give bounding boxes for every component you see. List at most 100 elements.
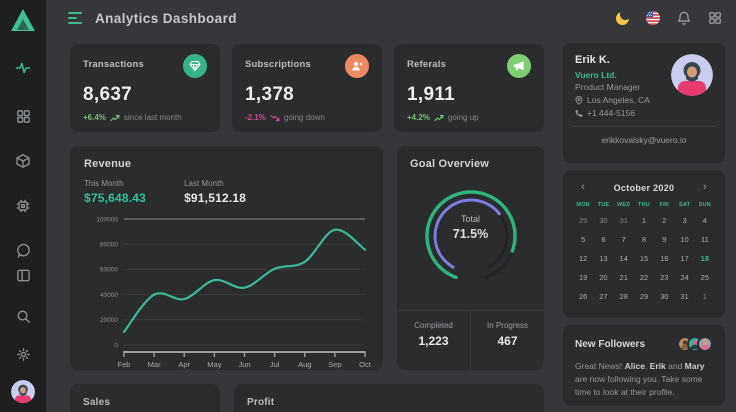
profit-title: Profit [247, 397, 531, 408]
stat-label: Transactions [83, 56, 144, 70]
svg-text:Apr: Apr [178, 360, 190, 369]
sidebar-item-activity[interactable] [8, 56, 38, 81]
follower-name: Alice [625, 361, 645, 371]
calendar-prev-button[interactable]: ‹ [573, 182, 593, 193]
calendar-day[interactable]: 1 [695, 289, 715, 308]
gauge-center-label: Total [416, 214, 526, 224]
calendar-day[interactable]: 9 [654, 232, 674, 251]
apps-launcher-button[interactable] [708, 11, 722, 25]
bell-icon [677, 11, 691, 26]
calendar-grid: MONTUEWEDTHUFRISATSUN2930311234567891011… [573, 202, 715, 308]
svg-text:Oct: Oct [359, 360, 372, 369]
calendar-day[interactable]: 8 [634, 232, 654, 251]
calendar-day[interactable]: 19 [573, 270, 593, 289]
logo-triangle-icon [10, 8, 36, 32]
calendar-day[interactable]: 18 [695, 251, 715, 270]
panels-icon [16, 268, 31, 283]
calendar-day-header: SAT [674, 202, 694, 213]
dark-mode-toggle[interactable] [616, 12, 629, 25]
app-logo[interactable] [8, 7, 38, 34]
svg-text:0: 0 [114, 342, 118, 349]
calendar-day[interactable]: 14 [614, 251, 634, 270]
gauge-center-value: 71.5% [416, 227, 526, 241]
calendar-day[interactable]: 1 [634, 213, 654, 232]
sales-title: Sales [83, 397, 207, 408]
follower-name: Mary [685, 361, 705, 371]
sidebar-item-dashboards[interactable] [8, 104, 38, 129]
calendar-day[interactable]: 29 [573, 213, 593, 232]
stat-note: going down [284, 113, 325, 122]
profile-location: Los Angeles, CA [587, 95, 650, 105]
grid-icon [16, 109, 31, 124]
sidebar-item-projects[interactable] [8, 149, 38, 174]
in-progress-label: In Progress [471, 321, 544, 330]
calendar-day-header: THU [634, 202, 654, 213]
calendar-day[interactable]: 31 [614, 213, 634, 232]
divider [573, 126, 715, 127]
calendar-day[interactable]: 2 [654, 213, 674, 232]
dashboard-root: Analytics Dashboard [0, 0, 736, 412]
chip-icon [15, 198, 31, 214]
calendar-day[interactable]: 3 [674, 213, 694, 232]
profile-email[interactable]: erikkovalsky@vuero.io [575, 135, 713, 145]
svg-text:40000: 40000 [100, 292, 118, 299]
stat-card-subscriptions: Subscriptions 1,378 -2.1% going down [232, 44, 382, 132]
calendar-day[interactable]: 6 [593, 232, 613, 251]
calendar-day[interactable]: 25 [695, 270, 715, 289]
sidebar-item-messages[interactable] [8, 238, 38, 263]
revenue-line-chart: 020000400006000080000100000FebMarAprMayJ… [84, 207, 373, 373]
sidebar-item-search[interactable] [8, 304, 38, 329]
profile-card: Erik K. Vuero Ltd. Product Manager Los A… [563, 43, 725, 163]
calendar-day[interactable]: 4 [695, 213, 715, 232]
calendar-day[interactable]: 22 [634, 270, 654, 289]
calendar-day[interactable]: 15 [634, 251, 654, 270]
calendar-day[interactable]: 24 [674, 270, 694, 289]
calendar-card: ‹ October 2020 › MONTUEWEDTHUFRISATSUN29… [563, 170, 725, 318]
calendar-day[interactable]: 13 [593, 251, 613, 270]
calendar-day[interactable]: 7 [614, 232, 634, 251]
calendar-day[interactable]: 11 [695, 232, 715, 251]
calendar-day[interactable]: 30 [654, 289, 674, 308]
profile-company[interactable]: Vuero Ltd. [575, 70, 650, 80]
follower-avatar[interactable] [697, 336, 713, 352]
calendar-day[interactable]: 5 [573, 232, 593, 251]
calendar-day[interactable]: 10 [674, 232, 694, 251]
calendar-day[interactable]: 29 [634, 289, 654, 308]
calendar-day[interactable]: 28 [614, 289, 634, 308]
calendar-day[interactable]: 12 [573, 251, 593, 270]
stat-label: Referals [407, 56, 446, 70]
calendar-day[interactable]: 16 [654, 251, 674, 270]
this-month-value: $75,648.43 [84, 191, 146, 205]
this-month-label: This Month [84, 179, 146, 188]
calendar-day[interactable]: 20 [593, 270, 613, 289]
calendar-next-button[interactable]: › [695, 182, 715, 193]
follower-avatars [677, 336, 713, 352]
revenue-card: Revenue This Month $75,648.43 Last Month… [70, 146, 383, 370]
menu-toggle-icon[interactable] [68, 12, 82, 24]
language-selector[interactable] [646, 11, 660, 25]
calendar-day[interactable]: 30 [593, 213, 613, 232]
in-progress-value: 467 [471, 334, 544, 348]
stat-delta: -2.1% [245, 113, 266, 122]
calendar-day[interactable]: 23 [654, 270, 674, 289]
calendar-day[interactable]: 31 [674, 289, 694, 308]
calendar-day[interactable]: 21 [614, 270, 634, 289]
notifications-button[interactable] [677, 11, 691, 26]
svg-text:Sep: Sep [328, 360, 341, 369]
sidebar-user-avatar[interactable] [11, 380, 35, 403]
calendar-day[interactable]: 26 [573, 289, 593, 308]
profile-avatar[interactable] [671, 54, 713, 96]
calendar-day[interactable]: 27 [593, 289, 613, 308]
sidebar-item-panels[interactable] [8, 263, 38, 288]
new-followers-card: New Followers Great News! Alice, Erik an… [563, 325, 725, 406]
sidebar-item-components[interactable] [8, 194, 38, 219]
sales-card: Sales [70, 384, 220, 412]
calendar-day[interactable]: 17 [674, 251, 694, 270]
search-icon [16, 309, 31, 324]
svg-text:Jun: Jun [238, 360, 250, 369]
follower-name: Erik [650, 361, 666, 371]
moon-icon [616, 12, 629, 25]
page-title: Analytics Dashboard [95, 11, 237, 26]
stat-value: 1,378 [245, 84, 369, 106]
sidebar-item-settings[interactable] [8, 343, 38, 368]
